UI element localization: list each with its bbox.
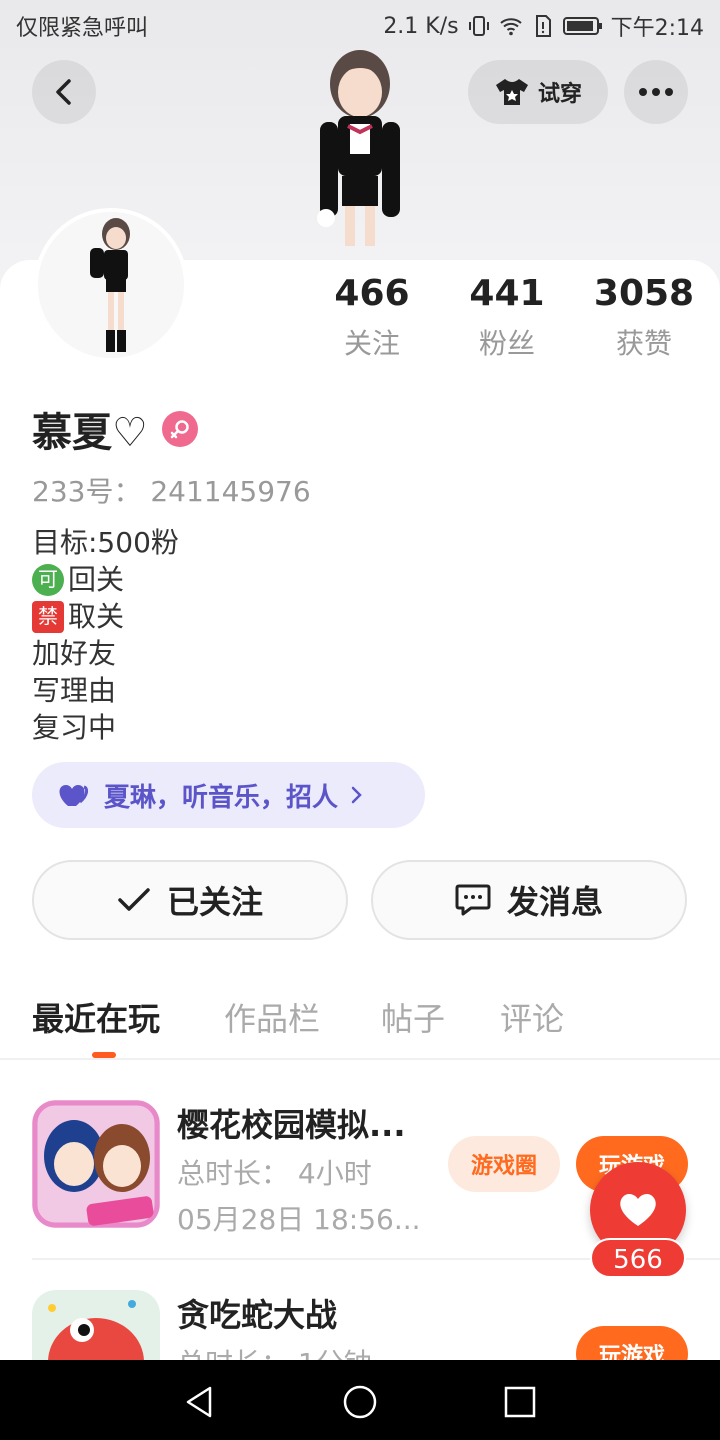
username: 慕夏♡ [32,410,148,456]
stat-label: 粉丝 [478,327,535,360]
back-button[interactable] [32,60,96,124]
game-icon [32,1290,160,1360]
sim-alert-icon [535,15,551,37]
status-bar: 仅限紧急呼叫 2.1 K/s 下午2:14 [0,0,720,50]
try-on-label: 试穿 [537,82,582,107]
system-nav-bar [0,1360,720,1440]
game-title: 贪吃蛇大战 [177,1296,338,1334]
list-item[interactable]: 贪吃蛇大战 总时长： 1分钟 玩游戏 [0,1290,720,1360]
emoji-jin-icon: 禁 [32,600,64,633]
user-id: 233号： 241145976 [32,475,311,508]
back-nav-icon[interactable] [180,1382,220,1422]
check-icon [118,888,150,911]
following-button[interactable]: 已关注 [32,860,348,940]
heart-icon [620,1193,656,1226]
stat-value: 441 [469,273,545,314]
bio-text: 取关 [68,600,125,633]
bio-text: 回关 [68,563,125,596]
like-count: 566 [590,1238,686,1278]
chevron-left-icon [56,79,71,105]
bio-line: 复习中 [32,711,117,744]
stat-followers[interactable]: 441 粉丝 [437,272,577,362]
name-row: 慕夏♡ [32,400,198,458]
chat-bubble-icon [455,884,491,916]
following-label: 已关注 [166,883,263,921]
game-title: 樱花校园模拟... [177,1106,406,1144]
game-last-played: 05月28日 18:56... [177,1203,421,1236]
message-label: 发消息 [506,883,603,921]
message-button[interactable]: 发消息 [371,860,687,940]
battery-icon [562,17,602,35]
chevron-right-icon [351,786,362,804]
tab-works[interactable]: 作品栏 [224,994,320,1040]
avatar-3d-figure[interactable] [290,46,430,251]
bio: 目标:500粉 可 回关 禁 取关 加好友 写理由 复习中 [32,524,179,746]
tshirt-icon [495,79,528,105]
emoji-ke-icon: 可 [32,563,64,596]
tab-indicator [92,1052,116,1058]
heart-pair-icon [59,785,89,806]
game-icon [32,1100,160,1228]
tab-comments[interactable]: 评论 [500,994,564,1040]
home-nav-icon[interactable] [340,1382,380,1422]
bio-line: 禁 取关 [32,598,179,635]
play-game-button[interactable]: 玩游戏 [576,1326,688,1360]
vibrate-icon [468,16,489,36]
wifi-icon [499,18,522,36]
profile-tabs: 最近在玩 作品栏 帖子 评论 [0,990,720,1060]
bio-line: 可 回关 [32,561,179,598]
carrier-text: 仅限紧急呼叫 [16,16,149,41]
status-chip-text: 夏琳，听音乐，招人 [104,782,339,813]
female-icon [161,411,198,447]
status-chip[interactable]: 夏琳，听音乐，招人 [32,762,425,828]
clock: 下午2:14 [610,16,704,41]
bio-line: 写理由 [32,674,117,707]
stat-value: 3058 [593,273,695,314]
stat-label: 获赞 [615,327,672,360]
tab-posts[interactable]: 帖子 [381,994,445,1040]
recents-nav-icon[interactable] [500,1382,540,1422]
bio-line: 加好友 [32,637,117,670]
network-speed: 2.1 K/s [383,13,459,39]
stat-label: 关注 [343,327,400,360]
stat-value: 466 [334,273,410,314]
avatar[interactable] [34,208,188,362]
game-circle-button[interactable]: 游戏圈 [448,1136,560,1192]
stat-likes[interactable]: 3058 获赞 [574,272,714,362]
stat-following[interactable]: 466 关注 [302,272,442,362]
try-on-button[interactable]: 试穿 [468,60,608,124]
tab-recent-games[interactable]: 最近在玩 [32,994,160,1040]
game-duration: 总时长： 1分钟 [177,1342,372,1360]
more-dots-icon [639,88,673,96]
bio-line: 目标:500粉 [32,526,179,559]
more-button[interactable] [624,60,688,124]
game-duration: 总时长： 4小时 [177,1157,372,1190]
